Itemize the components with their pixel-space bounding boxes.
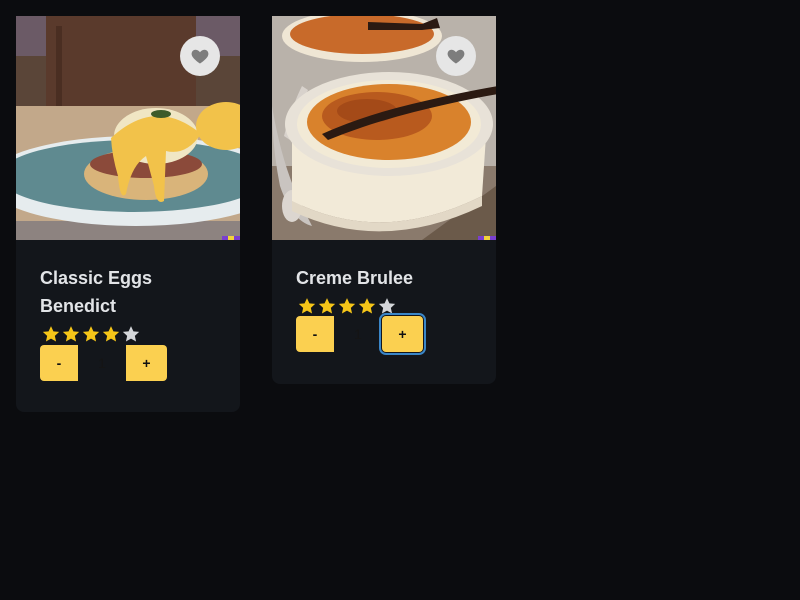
product-title: Creme Brulee	[296, 268, 414, 288]
star-filled-icon	[338, 298, 356, 314]
star-filled-icon	[298, 298, 316, 314]
star-filled-icon	[358, 298, 376, 314]
eggs-benedict-photo	[16, 16, 240, 240]
heart-icon	[447, 49, 465, 64]
increase-button[interactable]: +	[379, 313, 426, 355]
creme-brulee-photo	[272, 16, 496, 240]
star-filled-icon	[62, 326, 80, 342]
favorite-button[interactable]	[180, 36, 220, 76]
star-empty-icon	[122, 326, 140, 342]
product-card-creme-brulee: Creme Brulee - 1 +	[272, 16, 496, 384]
quantity-value: 1	[354, 326, 362, 342]
favorite-button[interactable]	[436, 36, 476, 76]
decrease-button[interactable]: -	[296, 316, 334, 352]
star-rating	[297, 296, 472, 316]
quantity-stepper: - 1 +	[296, 313, 472, 355]
quantity-stepper: - 1 +	[40, 345, 216, 381]
star-rating	[41, 324, 216, 344]
star-filled-icon	[318, 298, 336, 314]
decrease-button[interactable]: -	[40, 345, 78, 381]
star-filled-icon	[102, 326, 120, 342]
star-filled-icon	[82, 326, 100, 342]
star-filled-icon	[42, 326, 60, 342]
increase-button[interactable]: +	[126, 345, 167, 381]
product-card-eggs-benedict: Classic Eggs Benedict - 1 +	[16, 16, 240, 412]
product-title: Classic Eggs Benedict	[40, 268, 153, 316]
quantity-value: 1	[98, 355, 106, 371]
star-empty-icon	[378, 298, 396, 314]
heart-icon	[191, 49, 209, 64]
